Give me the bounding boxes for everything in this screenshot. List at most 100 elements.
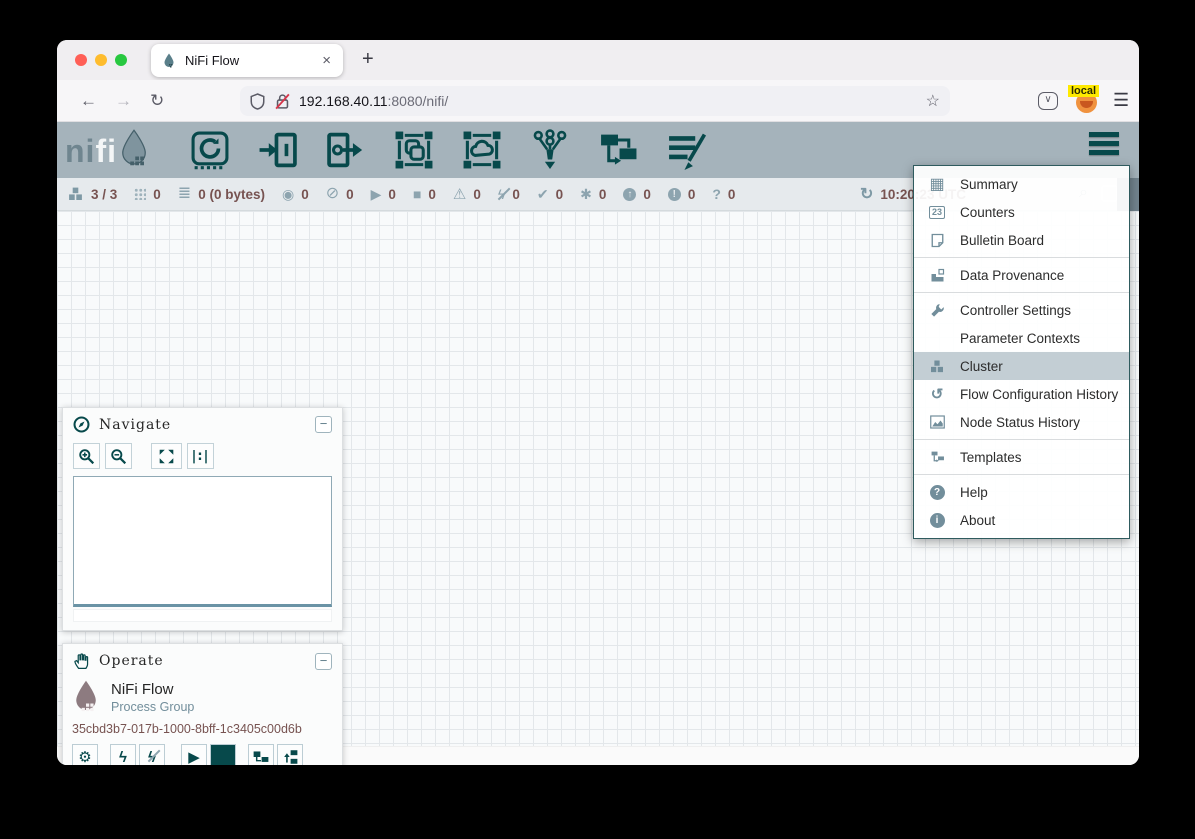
not-transmitting-status: ⊘ 0 [326,186,354,202]
birdseye-minimap[interactable] [73,476,332,607]
url-host: 192.168.40.11 [299,93,388,109]
funnel-icon[interactable] [527,129,573,171]
transmitting-count: 0 [301,187,309,202]
up-to-date-status: ✔ 0 [537,187,563,202]
sticky-note-icon [930,233,945,248]
area-chart-icon [930,415,945,429]
input-port-icon[interactable] [255,129,301,171]
play-icon: ▶ [188,748,200,765]
hand-icon [73,652,90,670]
zoom-in-icon [78,448,95,465]
remote-process-group-icon[interactable] [459,129,505,171]
disabled-icon: ϟ [498,187,505,201]
stopped-status: ■ 0 [413,187,436,202]
actual-size-button[interactable]: |:| [187,443,214,469]
browser-window: NiFi Flow × + ← → ↻ 192.168.40.11:8080/n… [57,40,1139,765]
counters-icon: 23 [929,206,945,219]
tab-close-icon[interactable]: × [320,52,333,69]
nifi-global-menu-button[interactable] [1089,132,1119,159]
browser-tab[interactable]: NiFi Flow × [151,44,343,77]
operate-collapse-button[interactable]: − [315,653,332,670]
refresh-icon[interactable]: ↻ [860,187,873,203]
insecure-lock-icon[interactable] [274,93,291,110]
menu-item-templates[interactable]: Templates [914,443,1129,471]
menu-item-summary[interactable]: ▦ Summary [914,170,1129,198]
enable-button[interactable]: ϟ [110,744,136,765]
queued-count: 0 (0 bytes) [198,187,265,202]
stop-button[interactable] [210,744,236,765]
menu-item-counters[interactable]: 23 Counters [914,198,1129,226]
provenance-icon [930,268,945,283]
url-bar[interactable]: 192.168.40.11:8080/nifi/ ☆ [240,86,950,116]
zoom-out-button[interactable] [105,443,132,469]
window-controls [75,54,127,66]
sync-failure-icon: ? [712,187,721,201]
back-icon[interactable]: ← [80,91,97,111]
minimize-window-button[interactable] [95,54,107,66]
forward-icon[interactable]: → [115,91,132,111]
profile-button[interactable]: local [1074,88,1100,114]
menu-item-help[interactable]: ? Help [914,478,1129,506]
configuration-button[interactable]: ⚙ [72,744,98,765]
process-group-icon[interactable] [391,129,437,171]
compass-icon [73,416,90,433]
processor-icon[interactable] [187,129,233,171]
start-button[interactable]: ▶ [181,744,207,765]
gear-icon: ⚙ [78,748,91,765]
reload-icon[interactable]: ↻ [150,91,164,111]
history-icon: ↺ [926,385,948,403]
browser-menu-icon[interactable]: ☰ [1113,90,1129,111]
active-threads-status: 0 [134,187,161,202]
menu-item-controller-settings[interactable]: Controller Settings [914,296,1129,324]
selected-component-type: Process Group [111,700,194,714]
table-icon: ▦ [926,174,948,194]
disabled-count: 0 [512,187,520,202]
queued-icon: ≣ [178,186,191,202]
save-template-icon [253,749,269,765]
shield-icon[interactable] [250,93,265,110]
url-text[interactable]: 192.168.40.11:8080/nifi/ [299,93,926,109]
browser-navbar: ← → ↻ 192.168.40.11:8080/nifi/ ☆ ∨ local… [57,80,1139,122]
tab-title: NiFi Flow [185,53,320,68]
menu-separator [914,474,1129,475]
bookmark-star-icon[interactable]: ☆ [926,91,940,111]
fit-icon [158,448,175,465]
disable-button[interactable]: ϟ [139,744,165,765]
template-icon[interactable] [595,129,641,171]
menu-item-flow-configuration-history[interactable]: ↺ Flow Configuration History [914,380,1129,408]
not-transmitting-icon: ⊘ [326,186,339,202]
lightning-icon: ϟ [119,749,127,766]
browser-titlebar: NiFi Flow × + [57,40,1139,80]
stopped-icon: ■ [413,187,421,201]
actual-size-icon: |:| [192,449,210,464]
fit-to-screen-button[interactable] [151,443,182,469]
upload-template-button[interactable] [277,744,303,765]
menu-item-parameter-contexts[interactable]: Parameter Contexts [914,324,1129,352]
up-to-date-icon: ✔ [537,187,549,201]
component-id: 35cbd3b7-017b-1000-8bff-1c3405c00d6b [63,715,342,736]
save-template-button[interactable] [248,744,274,765]
close-window-button[interactable] [75,54,87,66]
queued-status: ≣ 0 (0 bytes) [178,186,265,202]
running-status: ▶ 0 [371,187,396,202]
upload-template-icon [282,749,298,765]
locally-modified-and-stale-icon: ! [668,188,681,201]
active-threads-count: 0 [153,187,161,202]
menu-item-about[interactable]: i About [914,506,1129,534]
pocket-icon[interactable]: ∨ [1038,92,1058,110]
new-tab-button[interactable]: + [362,48,374,71]
invalid-status: ⚠ 0 [453,187,481,202]
menu-item-data-provenance[interactable]: Data Provenance [914,261,1129,289]
output-port-icon[interactable] [323,129,369,171]
menu-item-node-status-history[interactable]: Node Status History [914,408,1129,436]
invalid-count: 0 [473,187,481,202]
navigate-collapse-button[interactable]: − [315,416,332,433]
nifi-drop-icon [119,129,149,169]
menu-item-cluster[interactable]: Cluster [914,352,1129,380]
nifi-logo: nifi [65,129,149,169]
menu-item-bulletin-board[interactable]: Bulletin Board [914,226,1129,254]
zoom-in-button[interactable] [73,443,100,469]
operate-title: Operate [99,653,315,669]
label-icon[interactable] [663,129,709,171]
maximize-window-button[interactable] [115,54,127,66]
